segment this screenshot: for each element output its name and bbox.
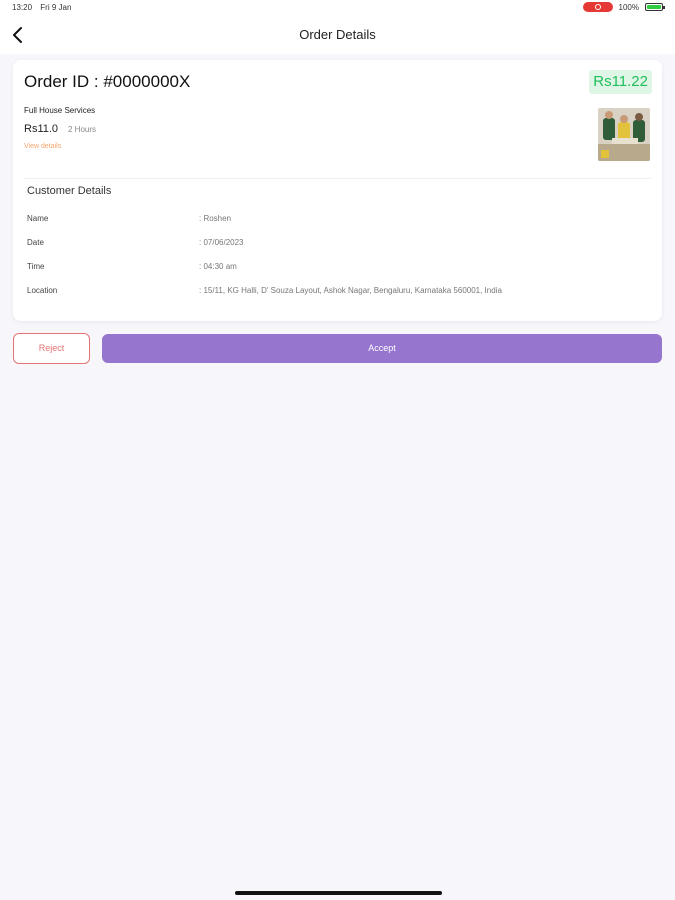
order-time-label: Time: [27, 262, 45, 271]
status-time: 13:20: [12, 3, 33, 12]
customer-name-value: : Roshen: [199, 214, 232, 223]
status-right: 100%: [582, 2, 665, 12]
order-date-label: Date: [27, 238, 44, 247]
service-image: [598, 108, 650, 161]
total-price-badge: Rs11.22: [589, 70, 652, 94]
status-left: 13:20 Fri 9 Jan: [12, 3, 77, 12]
cleaning-service-photo-icon: [598, 108, 650, 161]
location-value: : 15/11, KG Halli, D' Souza Layout, Asho…: [199, 286, 502, 295]
reject-button[interactable]: Reject: [13, 333, 90, 364]
status-date: Fri 9 Jan: [40, 3, 72, 12]
card-divider: [24, 178, 651, 179]
service-price: Rs11.0: [24, 123, 59, 135]
service-name: Full House Services: [24, 106, 96, 115]
accept-button[interactable]: Accept: [102, 334, 662, 363]
battery-icon: [645, 3, 665, 11]
customer-name-label: Name: [27, 214, 49, 223]
status-bar: 13:20 Fri 9 Jan 100%: [0, 0, 675, 16]
record-dot-icon: [594, 4, 601, 10]
service-duration: 2 Hours: [68, 125, 97, 134]
order-card: Order ID : #0000000X Rs11.22 Full House …: [13, 60, 662, 321]
battery-percentage: 100%: [618, 2, 639, 12]
view-details-link[interactable]: View details: [24, 143, 61, 150]
order-id: Order ID : #0000000X: [24, 72, 191, 91]
order-date-value: : 07/06/2023: [199, 238, 244, 247]
nav-bar: Order Details: [0, 16, 675, 54]
location-label: Location: [27, 286, 58, 295]
battery-level: [647, 5, 661, 9]
home-indicator[interactable]: [235, 891, 442, 895]
order-time-value: : 04:30 am: [199, 262, 237, 271]
screen-record-icon[interactable]: [582, 2, 613, 12]
customer-details-heading: Customer Details: [27, 185, 112, 197]
page-title: Order Details: [299, 27, 376, 42]
